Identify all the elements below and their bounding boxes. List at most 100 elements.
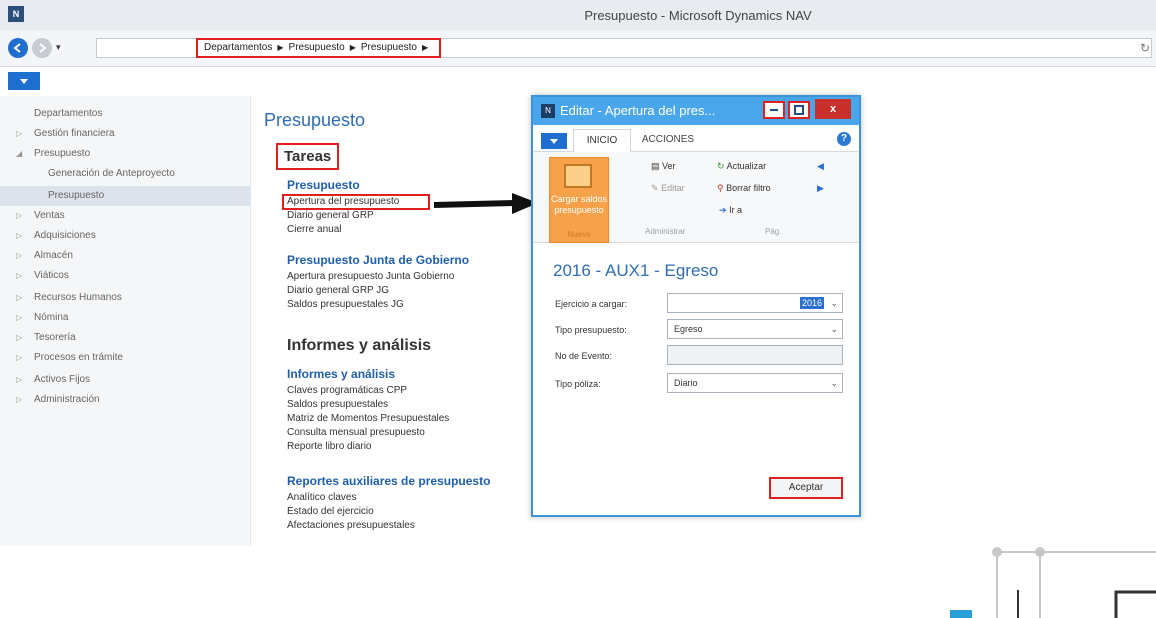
- chevron-down-icon[interactable]: ⌄: [830, 374, 838, 392]
- breadcrumb-item[interactable]: Presupuesto: [289, 42, 345, 53]
- link-analitico-claves[interactable]: Analítico claves: [287, 492, 356, 503]
- help-icon[interactable]: ?: [837, 132, 851, 146]
- chevron-down-icon: [20, 79, 28, 84]
- tipo-poliza-select[interactable]: Diario ⌄: [667, 373, 843, 393]
- expand-arrow-icon[interactable]: ▷: [16, 246, 22, 266]
- link-apertura-junta-gobierno[interactable]: Apertura presupuesto Junta Gobierno: [287, 271, 454, 282]
- ejercicio-select[interactable]: 2016 ⌄: [667, 293, 843, 313]
- chevron-down-icon[interactable]: ⌄: [830, 294, 838, 312]
- forward-arrow-icon: [39, 43, 47, 53]
- next-page-icon[interactable]: ▶: [817, 183, 824, 194]
- app-menu-button[interactable]: [8, 72, 40, 90]
- sidebar-item-nomina[interactable]: ▷ Nómina: [0, 308, 250, 328]
- tipo-poliza-value: Diario: [674, 378, 698, 388]
- link-saldos-presupuestales[interactable]: Saldos presupuestales: [287, 399, 388, 410]
- link-claves-programaticas[interactable]: Claves programáticas CPP: [287, 385, 407, 396]
- tipo-presupuesto-select[interactable]: Egreso ⌄: [667, 319, 843, 339]
- tab-inicio[interactable]: INICIO: [573, 129, 631, 153]
- highlight-box: [282, 194, 430, 210]
- sidebar-item-almacen[interactable]: ▷ Almacén: [0, 246, 250, 266]
- sidebar-item-presupuesto-selected[interactable]: Presupuesto: [0, 186, 250, 206]
- expand-arrow-icon[interactable]: ▷: [16, 370, 22, 390]
- link-estado-ejercicio[interactable]: Estado del ejercicio: [287, 506, 374, 517]
- tipo-presupuesto-value: Egreso: [674, 324, 703, 334]
- pointer-arrow-icon: [433, 193, 538, 214]
- breadcrumb-separator-icon: ▶: [349, 43, 356, 52]
- sidebar-item-procesos-en-tramite[interactable]: ▷ Procesos en trámite: [0, 348, 250, 368]
- edit-icon: ✎: [651, 183, 659, 193]
- link-matriz-momentos[interactable]: Matriz de Momentos Presupuestales: [287, 413, 449, 424]
- borrar-filtro-button[interactable]: ⚲ Borrar filtro: [717, 183, 771, 194]
- expand-arrow-icon[interactable]: ▷: [16, 328, 22, 348]
- cargar-saldos-label: Cargar saldos presupuesto: [550, 194, 608, 215]
- dialog-heading: 2016 - AUX1 - Egreso: [553, 261, 719, 280]
- window-title: Presupuesto - Microsoft Dynamics NAV: [584, 8, 812, 23]
- maximize-icon: [794, 105, 804, 115]
- link-diario-general-grp[interactable]: Diario general GRP: [287, 210, 374, 221]
- expand-arrow-icon[interactable]: ▷: [16, 288, 22, 308]
- chevron-down-icon[interactable]: ⌄: [830, 320, 838, 338]
- sidebar-item-ventas[interactable]: ▷ Ventas: [0, 206, 250, 226]
- breadcrumb-item[interactable]: Departamentos: [204, 42, 272, 53]
- expand-arrow-icon[interactable]: ▷: [16, 348, 22, 368]
- no-evento-field[interactable]: [667, 345, 843, 365]
- tab-acciones[interactable]: ACCIONES: [633, 129, 703, 151]
- link-reporte-libro-diario[interactable]: Reporte libro diario: [287, 441, 372, 452]
- expand-arrow-icon[interactable]: ▷: [16, 390, 22, 410]
- dialog-menu-button[interactable]: [541, 133, 567, 149]
- link-saldos-presupuestales-jg[interactable]: Saldos presupuestales JG: [287, 299, 404, 310]
- field-label-no-evento: No de Evento:: [555, 351, 613, 361]
- sidebar-item-departamentos[interactable]: Departamentos: [0, 104, 250, 124]
- aceptar-button[interactable]: Aceptar: [769, 477, 843, 499]
- go-to-arrow-icon: ➔: [719, 205, 727, 215]
- link-cierre-anual[interactable]: Cierre anual: [287, 224, 341, 235]
- background-diagram-decoration: [950, 547, 1156, 618]
- sidebar-item-gestion-financiera[interactable]: ▷ Gestión financiera: [0, 124, 250, 144]
- collapse-arrow-icon[interactable]: ◢: [16, 144, 22, 164]
- breadcrumb[interactable]: Departamentos ▶ Presupuesto ▶ Presupuesto ▶: [196, 38, 442, 58]
- ir-a-button[interactable]: ➔ Ir a: [719, 205, 742, 216]
- sidebar-item-presupuesto[interactable]: ◢ Presupuesto: [0, 144, 250, 164]
- maximize-button[interactable]: [788, 101, 810, 119]
- expand-arrow-icon[interactable]: ▷: [16, 206, 22, 226]
- sidebar-item-administracion[interactable]: ▷ Administración: [0, 390, 250, 410]
- ver-button[interactable]: ▤ Ver: [651, 161, 676, 172]
- breadcrumb-separator-icon: ▶: [277, 43, 284, 52]
- field-label-tipo-presupuesto: Tipo presupuesto:: [555, 325, 627, 335]
- editar-button[interactable]: ✎ Editar: [651, 183, 685, 194]
- sidebar-item-recursos-humanos[interactable]: ▷ Recursos Humanos: [0, 288, 250, 308]
- link-consulta-mensual[interactable]: Consulta mensual presupuesto: [287, 427, 425, 438]
- link-afectaciones-presupuestales[interactable]: Afectaciones presupuestales: [287, 520, 415, 531]
- refresh-icon: ↻: [717, 161, 725, 171]
- refresh-icon[interactable]: ↻: [1140, 41, 1150, 55]
- sidebar-item-tesoreria[interactable]: ▷ Tesorería: [0, 328, 250, 348]
- history-dropdown-icon[interactable]: ▾: [56, 42, 61, 53]
- close-button[interactable]: x: [815, 99, 851, 119]
- forward-button[interactable]: [32, 38, 52, 58]
- expand-arrow-icon[interactable]: ▷: [16, 226, 22, 246]
- actualizar-button[interactable]: ↻ Actualizar: [717, 161, 766, 172]
- sidebar-item-generacion-anteproyecto[interactable]: Generación de Anteproyecto: [0, 164, 250, 184]
- field-label-tipo-poliza: Tipo póliza:: [555, 379, 601, 389]
- minimize-icon: [770, 109, 778, 111]
- dialog-title: Editar - Apertura del pres...: [560, 103, 716, 118]
- sidebar-item-adquisiciones[interactable]: ▷ Adquisiciones: [0, 226, 250, 246]
- sidebar-item-activos-fijos[interactable]: ▷ Activos Fijos: [0, 370, 250, 390]
- ribbon-group-label: Administrar: [645, 227, 686, 236]
- ribbon-group-label: Nuevo: [567, 230, 591, 239]
- group-heading-presupuesto: Presupuesto: [287, 178, 360, 192]
- cargar-saldos-button[interactable]: Cargar saldos presupuesto Nuevo: [549, 157, 609, 243]
- page-title: Presupuesto: [264, 110, 366, 130]
- breadcrumb-item[interactable]: Presupuesto: [361, 42, 417, 53]
- app-icon: N: [541, 104, 555, 118]
- expand-arrow-icon[interactable]: ▷: [16, 308, 22, 328]
- expand-arrow-icon[interactable]: ▷: [16, 266, 22, 286]
- link-diario-general-grp-jg[interactable]: Diario general GRP JG: [287, 285, 389, 296]
- group-heading-reportes-auxiliares: Reportes auxiliares de presupuesto: [287, 474, 491, 488]
- ejercicio-value: 2016: [799, 297, 824, 309]
- back-button[interactable]: [8, 38, 28, 58]
- minimize-button[interactable]: [763, 101, 785, 119]
- expand-arrow-icon[interactable]: ▷: [16, 124, 22, 144]
- previous-page-icon[interactable]: ◀: [817, 161, 824, 172]
- sidebar-item-viaticos[interactable]: ▷ Viáticos: [0, 266, 250, 286]
